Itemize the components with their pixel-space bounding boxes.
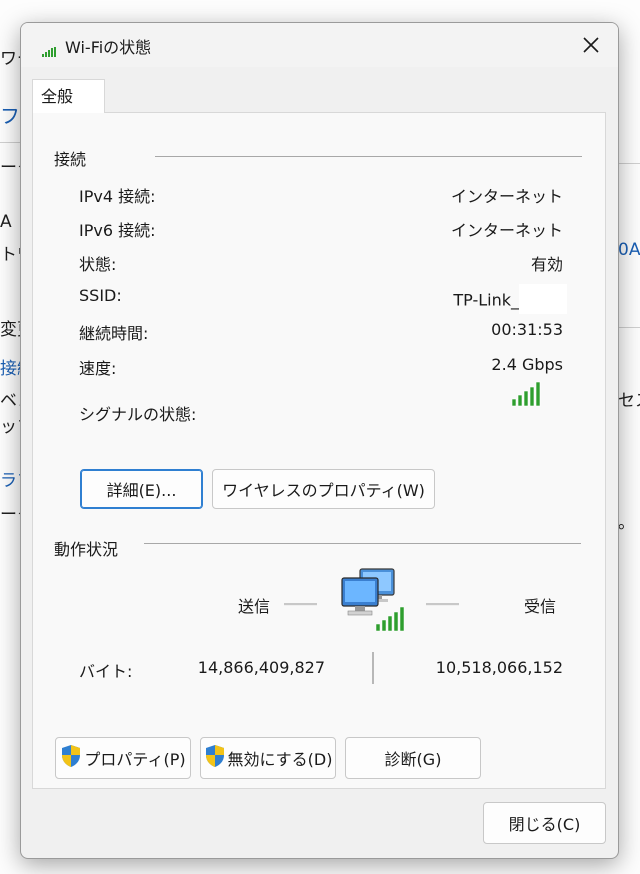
state-value: 有効	[530, 255, 563, 274]
ssid-label: SSID:	[79, 286, 122, 305]
dialog-title: Wi-Fiの状態	[65, 38, 152, 57]
ipv6-label: IPv6 接続:	[79, 221, 156, 240]
disable-button[interactable]: 無効にする(D)	[200, 737, 336, 779]
connection-group-title: 接続	[54, 150, 87, 169]
duration-label: 継続時間:	[79, 324, 149, 343]
bytes-label: バイト:	[79, 662, 133, 681]
uac-shield-icon	[60, 744, 82, 772]
signal-strength-icon	[511, 381, 542, 411]
general-panel: 接続 IPv4 接続: インターネット IPv6 接続: インターネット 状態:…	[32, 112, 606, 789]
wireless-properties-button[interactable]: ワイヤレスのプロパティ(W)	[212, 469, 435, 509]
ssid-value: TP-Link_	[453, 284, 567, 316]
wifi-signal-icon	[42, 42, 56, 61]
close-button[interactable]: 閉じる(C)	[483, 802, 606, 844]
wifi-status-dialog: Wi-Fiの状態 全般 接続 IPv4 接続: インターネット IPv6 接続:…	[20, 22, 619, 859]
duration-value: 00:31:53	[491, 320, 563, 339]
sent-line	[284, 603, 317, 606]
bytes-received-value: 10,518,066,152	[435, 658, 563, 677]
bytes-sent-value: 14,866,409,827	[197, 658, 325, 677]
group-divider	[144, 543, 581, 544]
close-window-button[interactable]	[572, 27, 610, 63]
activity-group-title: 動作状況	[54, 540, 119, 559]
redacted-box	[519, 284, 567, 314]
details-button[interactable]: 詳細(E)...	[80, 469, 203, 509]
state-label: 状態:	[79, 255, 117, 274]
bg-text: 。	[618, 513, 635, 533]
speed-label: 速度:	[79, 359, 117, 378]
speed-value: 2.4 Gbps	[491, 355, 563, 374]
properties-button-label: プロパティ(P)	[84, 750, 186, 769]
received-line	[426, 603, 459, 606]
close-icon	[583, 37, 599, 53]
group-divider	[155, 156, 582, 157]
ipv4-value: インターネット	[450, 187, 563, 206]
uac-shield-icon	[204, 744, 226, 772]
disable-button-label: 無効にする(D)	[227, 750, 333, 769]
properties-button[interactable]: プロパティ(P)	[55, 737, 191, 779]
received-label: 受信	[524, 597, 557, 616]
bg-text: A	[0, 212, 12, 232]
title-bar[interactable]: Wi-Fiの状態	[21, 23, 618, 67]
bg-text: セス	[618, 391, 640, 411]
signal-label: シグナルの状態:	[79, 405, 197, 424]
ipv4-label: IPv4 接続:	[79, 187, 156, 206]
bytes-separator	[372, 652, 374, 684]
bg-link[interactable]: 0A)	[618, 240, 640, 260]
diagnose-button[interactable]: 診断(G)	[345, 737, 481, 779]
network-computers-icon	[338, 566, 410, 636]
sent-label: 送信	[238, 597, 271, 616]
ipv6-value: インターネット	[450, 221, 563, 240]
tab-general[interactable]: 全般	[32, 79, 105, 113]
